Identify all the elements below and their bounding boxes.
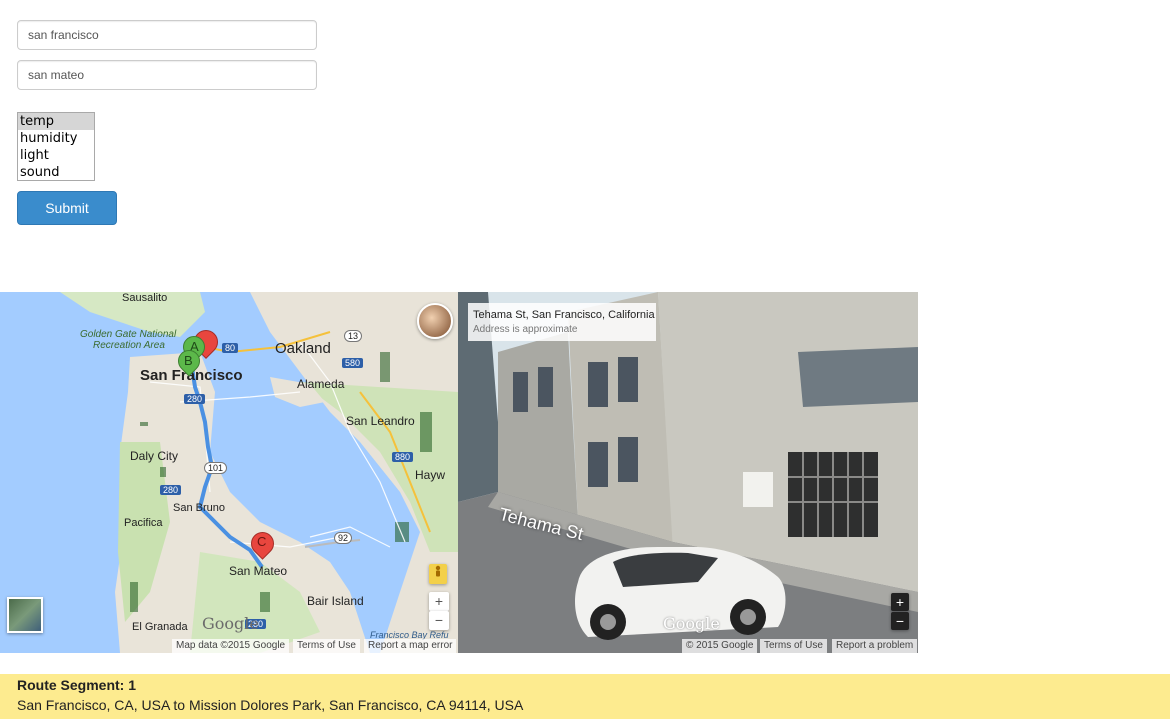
map-label-bair-island: Bair Island xyxy=(307,594,364,608)
map-label-golden-gate: Golden Gate National xyxy=(80,329,177,340)
address-title: Tehama St, San Francisco, California xyxy=(473,309,655,321)
map-label-sausalito: Sausalito xyxy=(122,292,168,304)
route-segment-title: Route Segment: 1 xyxy=(17,677,137,693)
sensor-option-humidity[interactable]: humidity xyxy=(18,130,94,147)
map-terms-link[interactable]: Terms of Use xyxy=(293,639,360,653)
shield-i280-north: 280 xyxy=(184,394,206,404)
map-label-pacifica: Pacifica xyxy=(124,517,163,529)
satellite-toggle-icon[interactable] xyxy=(7,597,43,633)
map-label-oakland: Oakland xyxy=(275,340,331,357)
shield-i80: 80 xyxy=(222,343,239,353)
map-label-el-granada: El Granada xyxy=(132,621,188,633)
shield-ca13: 13 xyxy=(344,330,363,342)
streetview-zoom-out-button[interactable]: − xyxy=(891,612,909,630)
street-view-image xyxy=(458,292,918,653)
sensor-select[interactable]: temp humidity light sound xyxy=(17,112,95,181)
map-label-san-leandro: San Leandro xyxy=(346,414,415,428)
streetview-terms-link[interactable]: Terms of Use xyxy=(760,639,827,653)
map-zoom-in-button[interactable]: + xyxy=(429,592,449,611)
address-box: Tehama St, San Francisco, California Add… xyxy=(468,303,656,341)
map-google-logo: Google xyxy=(202,614,259,633)
map-label-recreation-area: Recreation Area xyxy=(93,340,165,351)
map-label-daly-city: Daly City xyxy=(130,449,179,463)
avatar-icon[interactable] xyxy=(417,303,453,339)
shield-i280-mid: 280 xyxy=(160,485,182,495)
route-segment-description: San Francisco, CA, USA to Mission Dolore… xyxy=(17,697,524,713)
marker-c-label: C xyxy=(257,534,267,549)
destination-input[interactable] xyxy=(17,60,317,90)
origin-input[interactable] xyxy=(17,20,317,50)
route-segment-panel: Route Segment: 1 San Francisco, CA, USA … xyxy=(0,674,1170,719)
streetview-report-link[interactable]: Report a problem xyxy=(832,639,918,653)
map-label-alameda: Alameda xyxy=(297,377,345,391)
shield-i580: 580 xyxy=(342,358,364,368)
map-data-attribution: Map data ©2015 Google xyxy=(172,639,290,653)
shield-us101: 101 xyxy=(204,462,228,474)
sensor-option-light[interactable]: light xyxy=(18,147,94,164)
pegman-icon[interactable] xyxy=(429,564,447,584)
map-label-hayward: Hayw xyxy=(415,468,446,482)
marker-b-label: B xyxy=(184,353,193,368)
map-report-error-link[interactable]: Report a map error xyxy=(364,639,457,653)
map-label-san-bruno: San Bruno xyxy=(173,502,225,514)
shield-i880: 880 xyxy=(392,452,414,462)
submit-button[interactable]: Submit xyxy=(17,191,117,225)
sensor-option-temp[interactable]: temp xyxy=(18,113,94,130)
route-map[interactable]: Sausalito Golden Gate National Recreatio… xyxy=(0,292,458,653)
streetview-zoom-in-button[interactable]: + xyxy=(891,593,909,611)
address-approx-note: Address is approximate xyxy=(473,324,578,335)
map-label-san-mateo: San Mateo xyxy=(229,564,288,578)
streetview-google-logo: Google xyxy=(663,614,720,633)
sensor-option-sound[interactable]: sound xyxy=(18,164,94,180)
street-view-panel[interactable]: Tehama St, San Francisco, California Add… xyxy=(458,292,918,653)
map-zoom-out-button[interactable]: − xyxy=(429,611,449,630)
shield-ca92: 92 xyxy=(334,532,353,544)
streetview-copyright: © 2015 Google xyxy=(682,639,758,653)
